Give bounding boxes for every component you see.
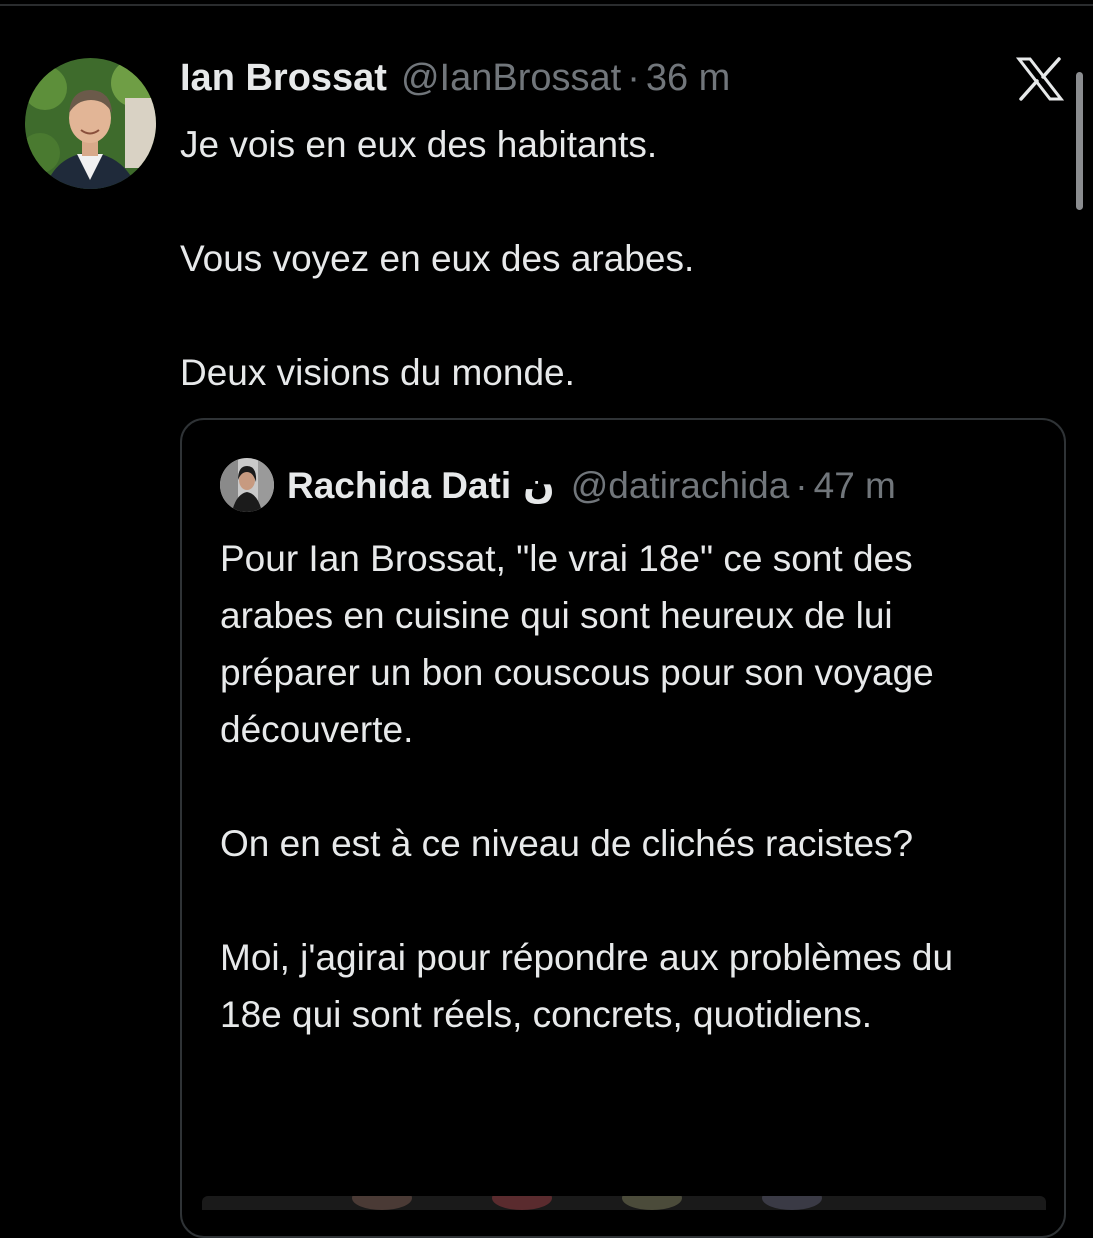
author-avatar[interactable] <box>25 58 156 189</box>
media-fragment <box>352 1196 412 1210</box>
quoted-tweet-card[interactable]: Rachida Dati ن @datirachida · 47 m Pour … <box>180 418 1066 1238</box>
quoted-author-handle[interactable]: @datirachida <box>571 464 790 508</box>
header-separator: · <box>627 57 640 99</box>
scrollbar-thumb[interactable] <box>1076 72 1083 210</box>
media-fragment <box>762 1196 822 1210</box>
tweet-paragraph: Je vois en eux des habitants. <box>180 124 658 165</box>
media-fragment <box>622 1196 682 1210</box>
quoted-tweet-header: Rachida Dati ن @datirachida · 47 m <box>287 464 896 508</box>
media-fragment <box>492 1196 552 1210</box>
tweet-time[interactable]: 36 m <box>646 56 730 100</box>
x-logo-icon[interactable] <box>1015 57 1065 101</box>
tweet-text: Je vois en eux des habitants. Vous voyez… <box>180 116 1040 401</box>
quoted-paragraph: On en est à ce niveau de clichés raciste… <box>220 823 914 864</box>
quoted-author-badge: ن <box>523 465 555 506</box>
author-avatar-image <box>25 58 156 189</box>
tweet-paragraph: Deux visions du monde. <box>180 352 575 393</box>
quoted-author-name[interactable]: Rachida Dati <box>287 464 511 508</box>
quoted-paragraph: Pour Ian Brossat, "le vrai 18e" ce sont … <box>220 538 934 750</box>
tweet-paragraph: Vous voyez en eux des arabes. <box>180 238 695 279</box>
quoted-tweet-time[interactable]: 47 m <box>814 464 896 508</box>
quoted-media-preview[interactable] <box>202 1196 1046 1210</box>
top-divider <box>0 4 1093 6</box>
quoted-header-separator: · <box>795 465 808 506</box>
tweet-header: Ian Brossat @IanBrossat · 36 m <box>180 56 730 100</box>
author-handle[interactable]: @IanBrossat <box>401 56 621 100</box>
quoted-author-avatar-image <box>220 458 274 512</box>
quoted-paragraph: Moi, j'agirai pour répondre aux problème… <box>220 937 954 1035</box>
author-name[interactable]: Ian Brossat <box>180 56 387 100</box>
quoted-author-avatar[interactable] <box>220 458 274 512</box>
quoted-tweet-text: Pour Ian Brossat, "le vrai 18e" ce sont … <box>220 530 1020 1043</box>
